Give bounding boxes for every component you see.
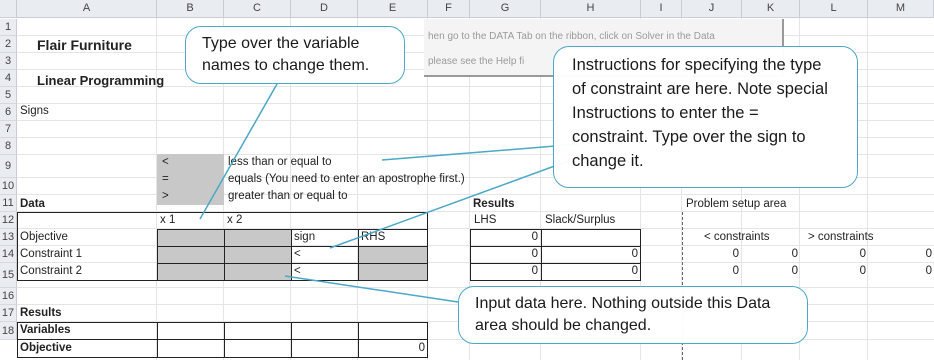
sign-eq-value: = (162, 173, 169, 185)
constraint1-sign[interactable]: < (294, 246, 301, 263)
sign-header[interactable]: sign (294, 229, 315, 246)
row-header-10[interactable]: 10 (0, 178, 17, 195)
desc-lt[interactable]: less than or equal to (228, 154, 332, 171)
data-vline-d (291, 229, 292, 280)
column-header-b[interactable]: B (157, 0, 224, 18)
data-vline-b (157, 229, 158, 280)
sign-lt-value: < (162, 156, 169, 168)
slack-value-1[interactable]: 0 (541, 246, 638, 263)
column-header-a[interactable]: A (17, 0, 157, 18)
res-vline-d (291, 322, 292, 358)
connector-sign-desc (381, 143, 581, 161)
callout-input-data-text: Input data here. Nothing outside this Da… (475, 295, 771, 334)
column-header-e[interactable]: E (358, 0, 428, 18)
column-header-c[interactable]: C (224, 0, 291, 18)
column-header-i[interactable]: I (641, 0, 682, 18)
setup-r13-m[interactable]: 0 (868, 246, 932, 263)
lhs-header[interactable]: LHS (474, 212, 496, 229)
row-header-12[interactable]: 12 (0, 212, 17, 229)
setup-r13-l[interactable]: 0 (800, 246, 866, 263)
data-hline-12 (157, 229, 427, 230)
rhs-header[interactable]: RHS (361, 229, 385, 246)
data-hline-13 (157, 246, 427, 247)
results-panel-label[interactable]: Results (473, 196, 515, 213)
sheet-subtitle[interactable]: Linear Programming (37, 72, 164, 89)
row-header-7[interactable]: 7 (0, 121, 17, 138)
column-header-m[interactable]: M (868, 0, 934, 18)
gridline-col-m (867, 18, 868, 360)
setup-label[interactable]: Problem setup area (686, 196, 786, 213)
column-header-h[interactable]: H (541, 0, 641, 18)
select-all-corner[interactable] (0, 0, 17, 18)
column-header-d[interactable]: D (291, 0, 358, 18)
results-label[interactable]: Results (20, 305, 62, 322)
row-header-6[interactable]: 6 (0, 104, 17, 121)
column-header-f[interactable]: F (428, 0, 470, 18)
constraint2-sign[interactable]: < (294, 263, 301, 280)
res-vline-c (224, 322, 225, 358)
slack-value-2[interactable]: 0 (541, 263, 638, 280)
objective-label[interactable]: Objective (20, 229, 68, 246)
data-hline-14 (157, 263, 427, 264)
row-header-2[interactable]: 2 (0, 36, 17, 53)
slack-header[interactable]: Slack/Surplus (545, 212, 615, 229)
callout-input-data: Input data here. Nothing outside this Da… (458, 286, 808, 344)
objective-result-value[interactable]: 0 (358, 340, 425, 357)
column-header-j[interactable]: J (682, 0, 742, 18)
row-header-18[interactable]: 18 (0, 322, 17, 340)
row-header-11[interactable]: 11 (0, 195, 17, 212)
var1-name[interactable]: x 1 (160, 212, 175, 229)
setup-r13-k[interactable]: 0 (742, 246, 798, 263)
variables-label[interactable]: Variables (20, 322, 71, 339)
data-label[interactable]: Data (20, 196, 45, 213)
var2-name[interactable]: x 2 (227, 212, 242, 229)
row-header-5[interactable]: 5 (0, 87, 17, 104)
lhs-value-3[interactable]: 0 (470, 263, 538, 280)
sheet-title[interactable]: Flair Furniture (37, 37, 132, 54)
desc-gt[interactable]: greater than or equal to (228, 188, 348, 205)
callout-variable-names: Type over the variable names to change t… (185, 26, 405, 84)
data-vline-e (358, 229, 359, 280)
row-header-4[interactable]: 4 (0, 70, 17, 87)
row-header-9[interactable]: 9 (0, 155, 17, 178)
constraint1-label[interactable]: Constraint 1 (20, 246, 82, 263)
callout-constraint-type-text: Instructions for specifying the type of … (572, 56, 828, 170)
column-header-k[interactable]: K (742, 0, 800, 18)
setup-r14-l[interactable]: 0 (800, 263, 866, 280)
setup-r14-j[interactable]: 0 (682, 263, 739, 280)
lhs-value-1[interactable]: 0 (470, 229, 538, 246)
setup-r14-k[interactable]: 0 (742, 263, 798, 280)
gt-constraints-label[interactable]: > constraints (808, 229, 874, 246)
row-header-14[interactable]: 14 (0, 246, 17, 263)
instructions-line-1: hen go to the DATA Tab on the ribbon, cl… (428, 31, 715, 42)
lt-constraints-label[interactable]: < constraints (704, 229, 770, 246)
row-header-15[interactable]: 15 (0, 263, 17, 288)
column-header-l[interactable]: L (800, 0, 868, 18)
column-header-g[interactable]: G (470, 0, 541, 18)
gridline-row-10 (17, 194, 934, 195)
objective-result-label[interactable]: Objective (20, 340, 72, 357)
row-header-16[interactable]: 16 (0, 288, 17, 305)
lhs-value-2[interactable]: 0 (470, 246, 538, 263)
constraint2-label[interactable]: Constraint 2 (20, 263, 82, 280)
row-header-8[interactable]: 8 (0, 138, 17, 155)
signs-label[interactable]: Signs (20, 103, 49, 120)
callout-constraint-type: Instructions for specifying the type of … (553, 46, 858, 188)
callout-variable-names-text: Type over the variable names to change t… (202, 35, 370, 74)
row-header-3[interactable]: 3 (0, 53, 17, 70)
desc-eq[interactable]: equals (You need to enter an apostrophe … (228, 171, 465, 188)
instructions-line-2: please see the Help fi (428, 56, 525, 67)
row-header-13[interactable]: 13 (0, 229, 17, 246)
res-vline-b (157, 322, 158, 358)
row-header-17[interactable]: 17 (0, 305, 17, 322)
sign-gt-value: > (162, 190, 169, 202)
data-vline-c (224, 229, 225, 280)
setup-r13-j[interactable]: 0 (682, 246, 739, 263)
row-header-1[interactable]: 1 (0, 19, 17, 36)
setup-r14-m[interactable]: 0 (868, 263, 932, 280)
